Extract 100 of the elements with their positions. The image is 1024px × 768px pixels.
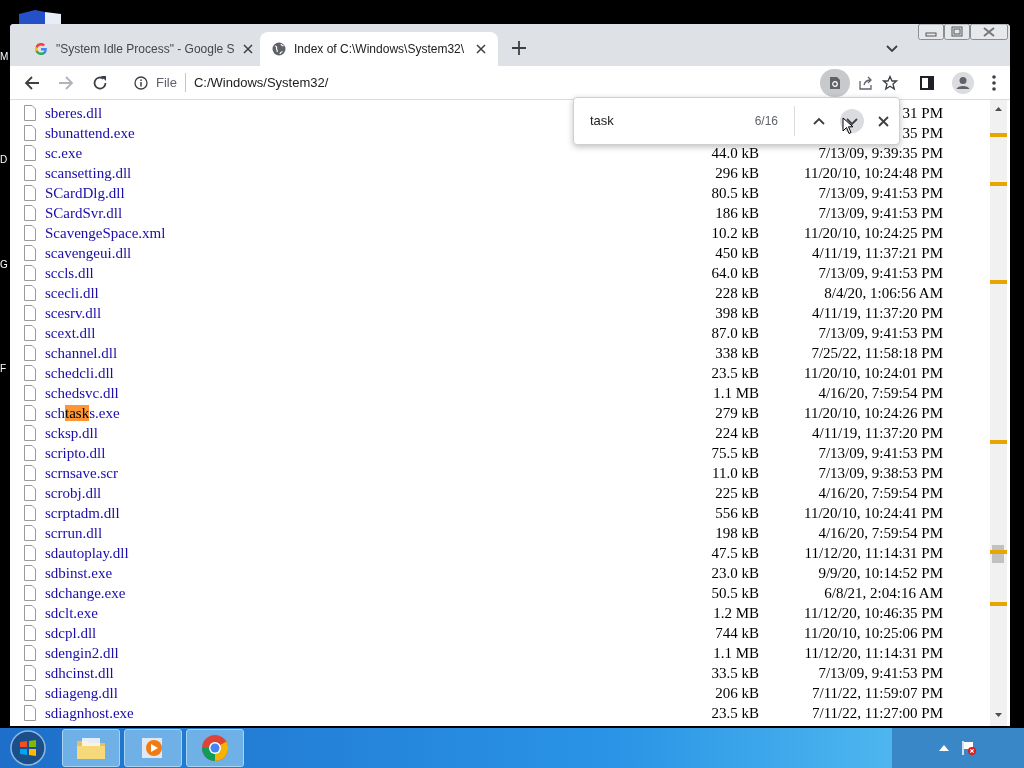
find-field[interactable]: task	[590, 111, 755, 131]
file-date: 11/20/10, 10:25:06 PM	[803, 623, 943, 643]
file-date: 4/11/19, 11:37:20 PM	[812, 423, 943, 443]
scrollbar[interactable]	[990, 100, 1007, 726]
desktop-icon-label: D	[0, 155, 8, 165]
file-size: 279 kB	[714, 403, 759, 423]
show-hidden-icons[interactable]	[939, 745, 949, 751]
file-icon	[24, 625, 36, 641]
close-icon[interactable]	[878, 115, 889, 127]
start-button[interactable]	[8, 728, 48, 768]
file-icon	[24, 125, 36, 141]
file-icon	[24, 605, 36, 621]
file-size: 1.1 MB	[712, 383, 759, 403]
file-icon	[24, 485, 36, 501]
file-date: 7/13/09, 9:39:35 PM	[818, 143, 943, 163]
file-size: 44.0 kB	[710, 143, 759, 163]
file-date: 11/12/20, 11:14:31 PM	[804, 643, 943, 663]
file-date: 4/16/20, 7:59:54 PM	[818, 483, 943, 503]
file-icon	[24, 325, 36, 341]
file-size: 87.0 kB	[710, 323, 759, 343]
file-size: 225 kB	[714, 483, 759, 503]
desktop-icon-label: F	[0, 364, 7, 374]
file-date: 4/11/19, 11:37:20 PM	[812, 303, 943, 323]
file-size: 50.5 kB	[710, 583, 759, 603]
file-icon	[24, 685, 36, 701]
file-icon	[24, 105, 36, 121]
file-size: 228 kB	[714, 283, 759, 303]
file-size: 10.2 kB	[710, 223, 759, 243]
chrome-logo	[201, 734, 229, 762]
new-tab-icon[interactable]	[512, 41, 526, 55]
file-icon	[24, 245, 36, 261]
file-icon	[24, 365, 36, 381]
file-icon	[24, 185, 36, 201]
cursor-icon	[842, 117, 854, 135]
file-size: 224 kB	[714, 423, 759, 443]
file-icon	[24, 225, 36, 241]
file-date: 7/13/09, 9:41:53 PM	[818, 203, 943, 223]
reload-icon[interactable]	[92, 74, 108, 91]
scheme-label: File	[156, 72, 186, 93]
find-icon[interactable]	[820, 68, 850, 97]
file-date: 11/12/20, 10:46:35 PM	[803, 603, 943, 623]
back-icon[interactable]	[24, 74, 40, 91]
file-date: 6/8/21, 2:04:16 AM	[824, 583, 943, 603]
file-date: 4/11/19, 11:37:21 PM	[812, 243, 943, 263]
file-size: 23.5 kB	[710, 363, 759, 383]
file-size: 47.5 kB	[710, 543, 759, 563]
file-date: 4/16/20, 7:59:54 PM	[818, 523, 943, 543]
file-size: 206 kB	[714, 683, 759, 703]
folder-icon	[76, 736, 106, 760]
file-icon	[24, 545, 36, 561]
file-date: 11/12/20, 11:14:31 PM	[804, 543, 943, 563]
file-icon	[24, 285, 36, 301]
file-size: 23.5 kB	[710, 703, 759, 723]
file-size: 296 kB	[714, 163, 759, 183]
file-date: 7/11/22, 11:27:00 PM	[812, 703, 943, 723]
file-icon	[24, 405, 36, 421]
close-icon[interactable]	[476, 44, 486, 54]
file-icon	[24, 265, 36, 281]
file-icon	[24, 205, 36, 221]
star-icon[interactable]	[882, 74, 898, 91]
profile-icon[interactable]	[952, 71, 974, 94]
browser-tab[interactable]: Index of C:\Windows\System32\	[260, 32, 498, 66]
file-size: 744 kB	[714, 623, 759, 643]
file-size: 450 kB	[714, 243, 759, 263]
file-size: 1.2 MB	[712, 603, 759, 623]
file-icon	[24, 145, 36, 161]
file-size: 338 kB	[714, 343, 759, 363]
file-icon	[24, 525, 36, 541]
tab-search-icon[interactable]	[886, 45, 898, 53]
file-date: 7/13/09, 9:41:53 PM	[818, 183, 943, 203]
tab-title: "System Idle Process" - Google S	[56, 41, 235, 58]
file-size: 186 kB	[714, 203, 759, 223]
close-icon[interactable]	[242, 44, 253, 54]
file-size: 64.0 kB	[710, 263, 759, 283]
file-icon	[24, 345, 36, 361]
file-date: 7/13/09, 9:41:53 PM	[818, 443, 943, 463]
info-icon[interactable]	[134, 75, 148, 90]
file-icon	[24, 165, 36, 181]
menu-icon[interactable]	[992, 74, 996, 91]
file-date: 11/20/10, 10:24:41 PM	[803, 503, 943, 523]
minimize-icon[interactable]	[918, 24, 944, 40]
chrome-button[interactable]	[186, 729, 244, 767]
file-icon	[24, 305, 36, 321]
file-icon	[24, 645, 36, 661]
flag-icon[interactable]	[961, 740, 977, 756]
file-size: 80.5 kB	[710, 183, 759, 203]
file-size: 1.1 MB	[712, 643, 759, 663]
previous-icon[interactable]	[813, 117, 825, 125]
share-icon[interactable]	[858, 74, 874, 91]
file-date: 7/13/09, 9:41:53 PM	[818, 323, 943, 343]
browser-tab[interactable]: "System Idle Process" - Google S	[22, 32, 260, 66]
tab-title: Index of C:\Windows\System32\	[294, 41, 466, 58]
file-icon	[24, 565, 36, 581]
desktop-icon-label: G	[0, 260, 8, 270]
file-date: 11/20/10, 10:24:26 PM	[803, 403, 943, 423]
file-icon	[24, 665, 36, 681]
maximize-icon[interactable]	[944, 24, 970, 40]
side-panel-icon[interactable]	[920, 75, 934, 90]
file-date: 35 PM	[902, 123, 943, 143]
file-date: 11/20/10, 10:24:01 PM	[803, 363, 943, 383]
